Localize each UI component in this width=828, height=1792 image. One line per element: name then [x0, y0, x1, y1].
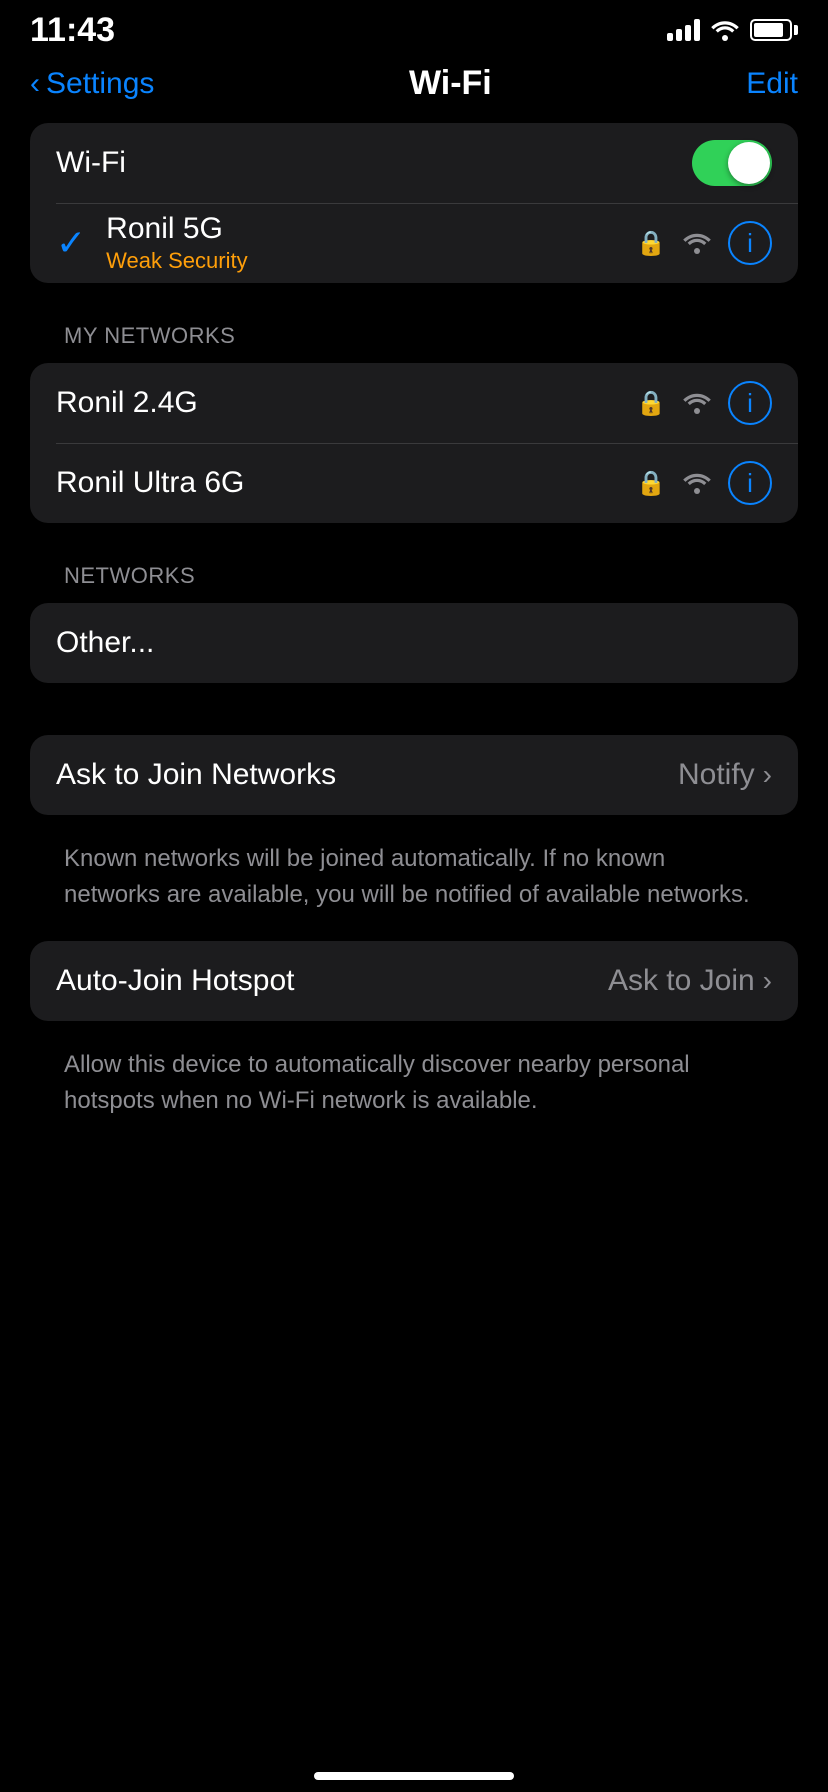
ask-to-join-group: Ask to Join Networks Notify ›: [30, 735, 798, 815]
wifi-signal-icon: [682, 231, 712, 255]
lock-icon-0: 🔒: [636, 389, 666, 418]
back-label: Settings: [46, 67, 154, 101]
my-networks-header: MY NETWORKS: [30, 323, 798, 349]
network-row-0[interactable]: Ronil 2.4G 🔒 i: [30, 363, 798, 443]
my-networks-group: Ronil 2.4G 🔒 i Ronil Ultra 6G 🔒: [30, 363, 798, 523]
back-chevron-icon: ‹: [30, 69, 40, 99]
auto-join-chevron-icon: ›: [763, 965, 772, 997]
ask-to-join-value-text: Notify: [678, 758, 755, 792]
wifi-icon-1: [682, 471, 712, 495]
lock-icon: 🔒: [636, 229, 666, 258]
connected-network-info: Ronil 5G Weak Security: [106, 212, 636, 274]
main-content: Wi-Fi ✓ Ronil 5G Weak Security 🔒 i: [0, 123, 828, 1147]
network-name-0: Ronil 2.4G: [56, 386, 636, 420]
wifi-toggle-row: Wi-Fi: [30, 123, 798, 203]
auto-join-description: Allow this device to automatically disco…: [30, 1033, 798, 1147]
connected-network-row[interactable]: ✓ Ronil 5G Weak Security 🔒 i: [30, 203, 798, 283]
connected-network-info-button[interactable]: i: [728, 221, 772, 265]
auto-join-row[interactable]: Auto-Join Hotspot Ask to Join ›: [30, 941, 798, 1021]
network-name-1: Ronil Ultra 6G: [56, 466, 636, 500]
other-networks-label: Other...: [56, 626, 772, 660]
wifi-toggle[interactable]: [692, 140, 772, 186]
signal-bar-3: [685, 25, 691, 41]
network-info-button-0[interactable]: i: [728, 381, 772, 425]
battery-icon: [750, 19, 798, 41]
signal-bar-2: [676, 29, 682, 41]
status-time: 11:43: [30, 11, 115, 50]
connected-network-icons: 🔒 i: [636, 221, 772, 265]
signal-bar-1: [667, 33, 673, 41]
networks-header: NETWORKS: [30, 563, 798, 589]
wifi-toggle-group: Wi-Fi ✓ Ronil 5G Weak Security 🔒 i: [30, 123, 798, 283]
lock-icon-1: 🔒: [636, 469, 666, 498]
auto-join-label: Auto-Join Hotspot: [56, 964, 608, 998]
other-networks-row[interactable]: Other...: [30, 603, 798, 683]
status-bar: 11:43: [0, 0, 828, 54]
wifi-label: Wi-Fi: [56, 146, 692, 180]
signal-bars-icon: [667, 19, 700, 41]
network-icons-1: 🔒 i: [636, 461, 772, 505]
network-info-button-1[interactable]: i: [728, 461, 772, 505]
ask-to-join-value: Notify ›: [678, 758, 772, 792]
wifi-status-icon: [710, 19, 740, 41]
auto-join-value: Ask to Join ›: [608, 964, 772, 998]
home-indicator: [314, 1772, 514, 1780]
network-icons-0: 🔒 i: [636, 381, 772, 425]
nav-bar: ‹ Settings Wi-Fi Edit: [0, 54, 828, 123]
toggle-knob: [728, 142, 770, 184]
ask-to-join-row[interactable]: Ask to Join Networks Notify ›: [30, 735, 798, 815]
wifi-icon-0: [682, 391, 712, 415]
network-row-1[interactable]: Ronil Ultra 6G 🔒 i: [30, 443, 798, 523]
networks-group: Other...: [30, 603, 798, 683]
ask-to-join-label: Ask to Join Networks: [56, 758, 678, 792]
auto-join-group: Auto-Join Hotspot Ask to Join ›: [30, 941, 798, 1021]
connected-network-sublabel: Weak Security: [106, 248, 636, 274]
signal-bar-4: [694, 19, 700, 41]
checkmark-icon: ✓: [56, 222, 86, 264]
ask-to-join-chevron-icon: ›: [763, 759, 772, 791]
back-button[interactable]: ‹ Settings: [30, 67, 154, 101]
page-title: Wi-Fi: [409, 64, 492, 103]
edit-button[interactable]: Edit: [746, 67, 798, 101]
status-icons: [667, 19, 798, 41]
auto-join-value-text: Ask to Join: [608, 964, 755, 998]
ask-to-join-description: Known networks will be joined automatica…: [30, 827, 798, 941]
connected-network-name: Ronil 5G: [106, 212, 636, 246]
